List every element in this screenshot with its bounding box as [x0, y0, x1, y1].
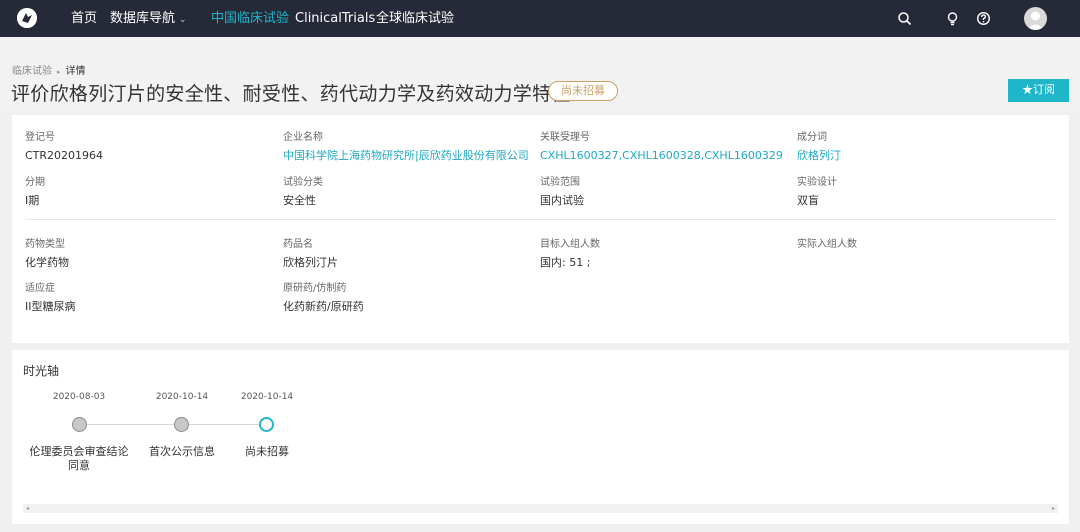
timeline-connector: [86, 424, 186, 425]
field-related-no: 关联受理号 CXHL1600327,CXHL1600328,CXHL160032…: [540, 132, 783, 162]
page-title: 评价欣格列汀片的安全性、耐受性、药代动力学及药效动力学特征: [11, 83, 571, 105]
field-label: 实验设计: [797, 177, 837, 188]
field-label: 试验范围: [540, 177, 580, 188]
field-phase: 分期 I期: [25, 177, 45, 207]
nav-database-label: 数据库导航: [110, 11, 176, 26]
field-label: 成分词: [797, 132, 827, 143]
company-link[interactable]: 中国科学院上海药物研究所|辰欣药业股份有限公司: [283, 149, 529, 162]
nav-home[interactable]: 首页: [71, 11, 97, 26]
field-value: I期: [25, 194, 40, 207]
chevron-down-icon: ⌄: [179, 15, 187, 25]
timeline-dot-current: [259, 417, 274, 432]
field-value: 双盲: [797, 194, 819, 207]
chevron-right-icon: ▸: [57, 68, 61, 76]
scroll-right-icon[interactable]: ▸: [1049, 504, 1058, 513]
timeline-title: 时光轴: [23, 364, 60, 378]
nav-clinicaltrials[interactable]: ClinicalTrials: [295, 11, 375, 26]
help-icon[interactable]: [976, 11, 991, 26]
user-avatar[interactable]: [1024, 7, 1047, 30]
timeline-label: 尚未招募: [245, 445, 289, 458]
timeline-card: 时光轴 2020-08-03 伦理委员会审查结论同意 2020-10-14 首次…: [12, 350, 1069, 524]
field-reg-no: 登记号 CTR20201964: [25, 132, 103, 162]
field-target-enroll: 目标入组人数 国内: 51 ;: [540, 239, 600, 269]
field-drug-name: 药品名 欣格列汀片: [283, 239, 338, 269]
timeline-dot: [72, 417, 87, 432]
breadcrumb: 临床试验 ▸ 详情: [12, 62, 86, 77]
field-value: 国内: 51 ;: [540, 256, 591, 269]
field-value: 欣格列汀片: [283, 256, 338, 269]
nav-global-trials[interactable]: 全球临床试验: [376, 11, 454, 26]
field-label: 关联受理号: [540, 132, 590, 143]
field-label: 适应症: [25, 283, 55, 294]
app-logo-icon[interactable]: [17, 8, 37, 28]
field-original-generic: 原研药/仿制药 化药新药/原研药: [283, 283, 364, 313]
status-badge: 尚未招募: [548, 81, 618, 101]
field-indication: 适应症 II型糖尿病: [25, 283, 76, 313]
field-value: II型糖尿病: [25, 300, 76, 313]
ingredient-link[interactable]: 欣格列汀: [797, 149, 841, 162]
field-scope: 试验范围 国内试验: [540, 177, 584, 207]
field-value: 安全性: [283, 194, 316, 207]
divider: [25, 219, 1056, 220]
field-label: 企业名称: [283, 132, 323, 143]
page-header: 临床试验 ▸ 详情 评价欣格列汀片的安全性、耐受性、药代动力学及药效动力学特征 尚未…: [0, 37, 1080, 111]
field-label: 药品名: [283, 239, 313, 250]
field-design: 实验设计 双盲: [797, 177, 837, 207]
field-label: 原研药/仿制药: [283, 283, 347, 294]
trial-details-card: 登记号 CTR20201964 企业名称 中国科学院上海药物研究所|辰欣药业股份…: [12, 115, 1069, 343]
timeline-dot: [174, 417, 189, 432]
breadcrumb-parent[interactable]: 临床试验: [12, 66, 52, 77]
field-label: 实际入组人数: [797, 239, 857, 250]
scroll-left-icon[interactable]: ◂: [23, 504, 32, 513]
search-icon[interactable]: [897, 11, 912, 26]
timeline-label: 伦理委员会审查结论同意: [29, 445, 129, 472]
field-value: 国内试验: [540, 194, 584, 207]
field-value: 化药新药/原研药: [283, 300, 364, 313]
timeline-connector: [188, 424, 264, 425]
field-category: 试验分类 安全性: [283, 177, 323, 207]
field-label: 目标入组人数: [540, 239, 600, 250]
field-label: 分期: [25, 177, 45, 188]
timeline-date: 2020-10-14: [155, 392, 209, 402]
field-label: 登记号: [25, 132, 55, 143]
breadcrumb-current: 详情: [65, 66, 86, 77]
field-ingredient: 成分词 欣格列汀: [797, 132, 841, 162]
timeline-date: 2020-10-14: [240, 392, 294, 402]
field-label: 试验分类: [283, 177, 323, 188]
field-company: 企业名称 中国科学院上海药物研究所|辰欣药业股份有限公司: [283, 132, 529, 162]
subscribe-button[interactable]: ★订阅: [1008, 79, 1069, 102]
related-no-link[interactable]: CXHL1600327,CXHL1600328,CXHL1600329: [540, 149, 783, 162]
top-nav-bar: 首页 数据库导航 ⌄ 中国临床试验 ClinicalTrials 全球临床试验: [0, 0, 1080, 37]
lightbulb-icon[interactable]: [945, 11, 960, 26]
field-drug-type: 药物类型 化学药物: [25, 239, 69, 269]
horizontal-scrollbar[interactable]: ◂ ▸: [23, 504, 1058, 513]
timeline-date: 2020-08-03: [52, 392, 106, 402]
field-actual-enroll: 实际入组人数: [797, 239, 857, 256]
nav-database-dropdown[interactable]: 数据库导航 ⌄: [110, 11, 187, 28]
field-value: CTR20201964: [25, 149, 104, 162]
nav-china-trials[interactable]: 中国临床试验: [211, 11, 289, 26]
field-label: 药物类型: [25, 239, 65, 250]
field-value: 化学药物: [25, 256, 69, 269]
